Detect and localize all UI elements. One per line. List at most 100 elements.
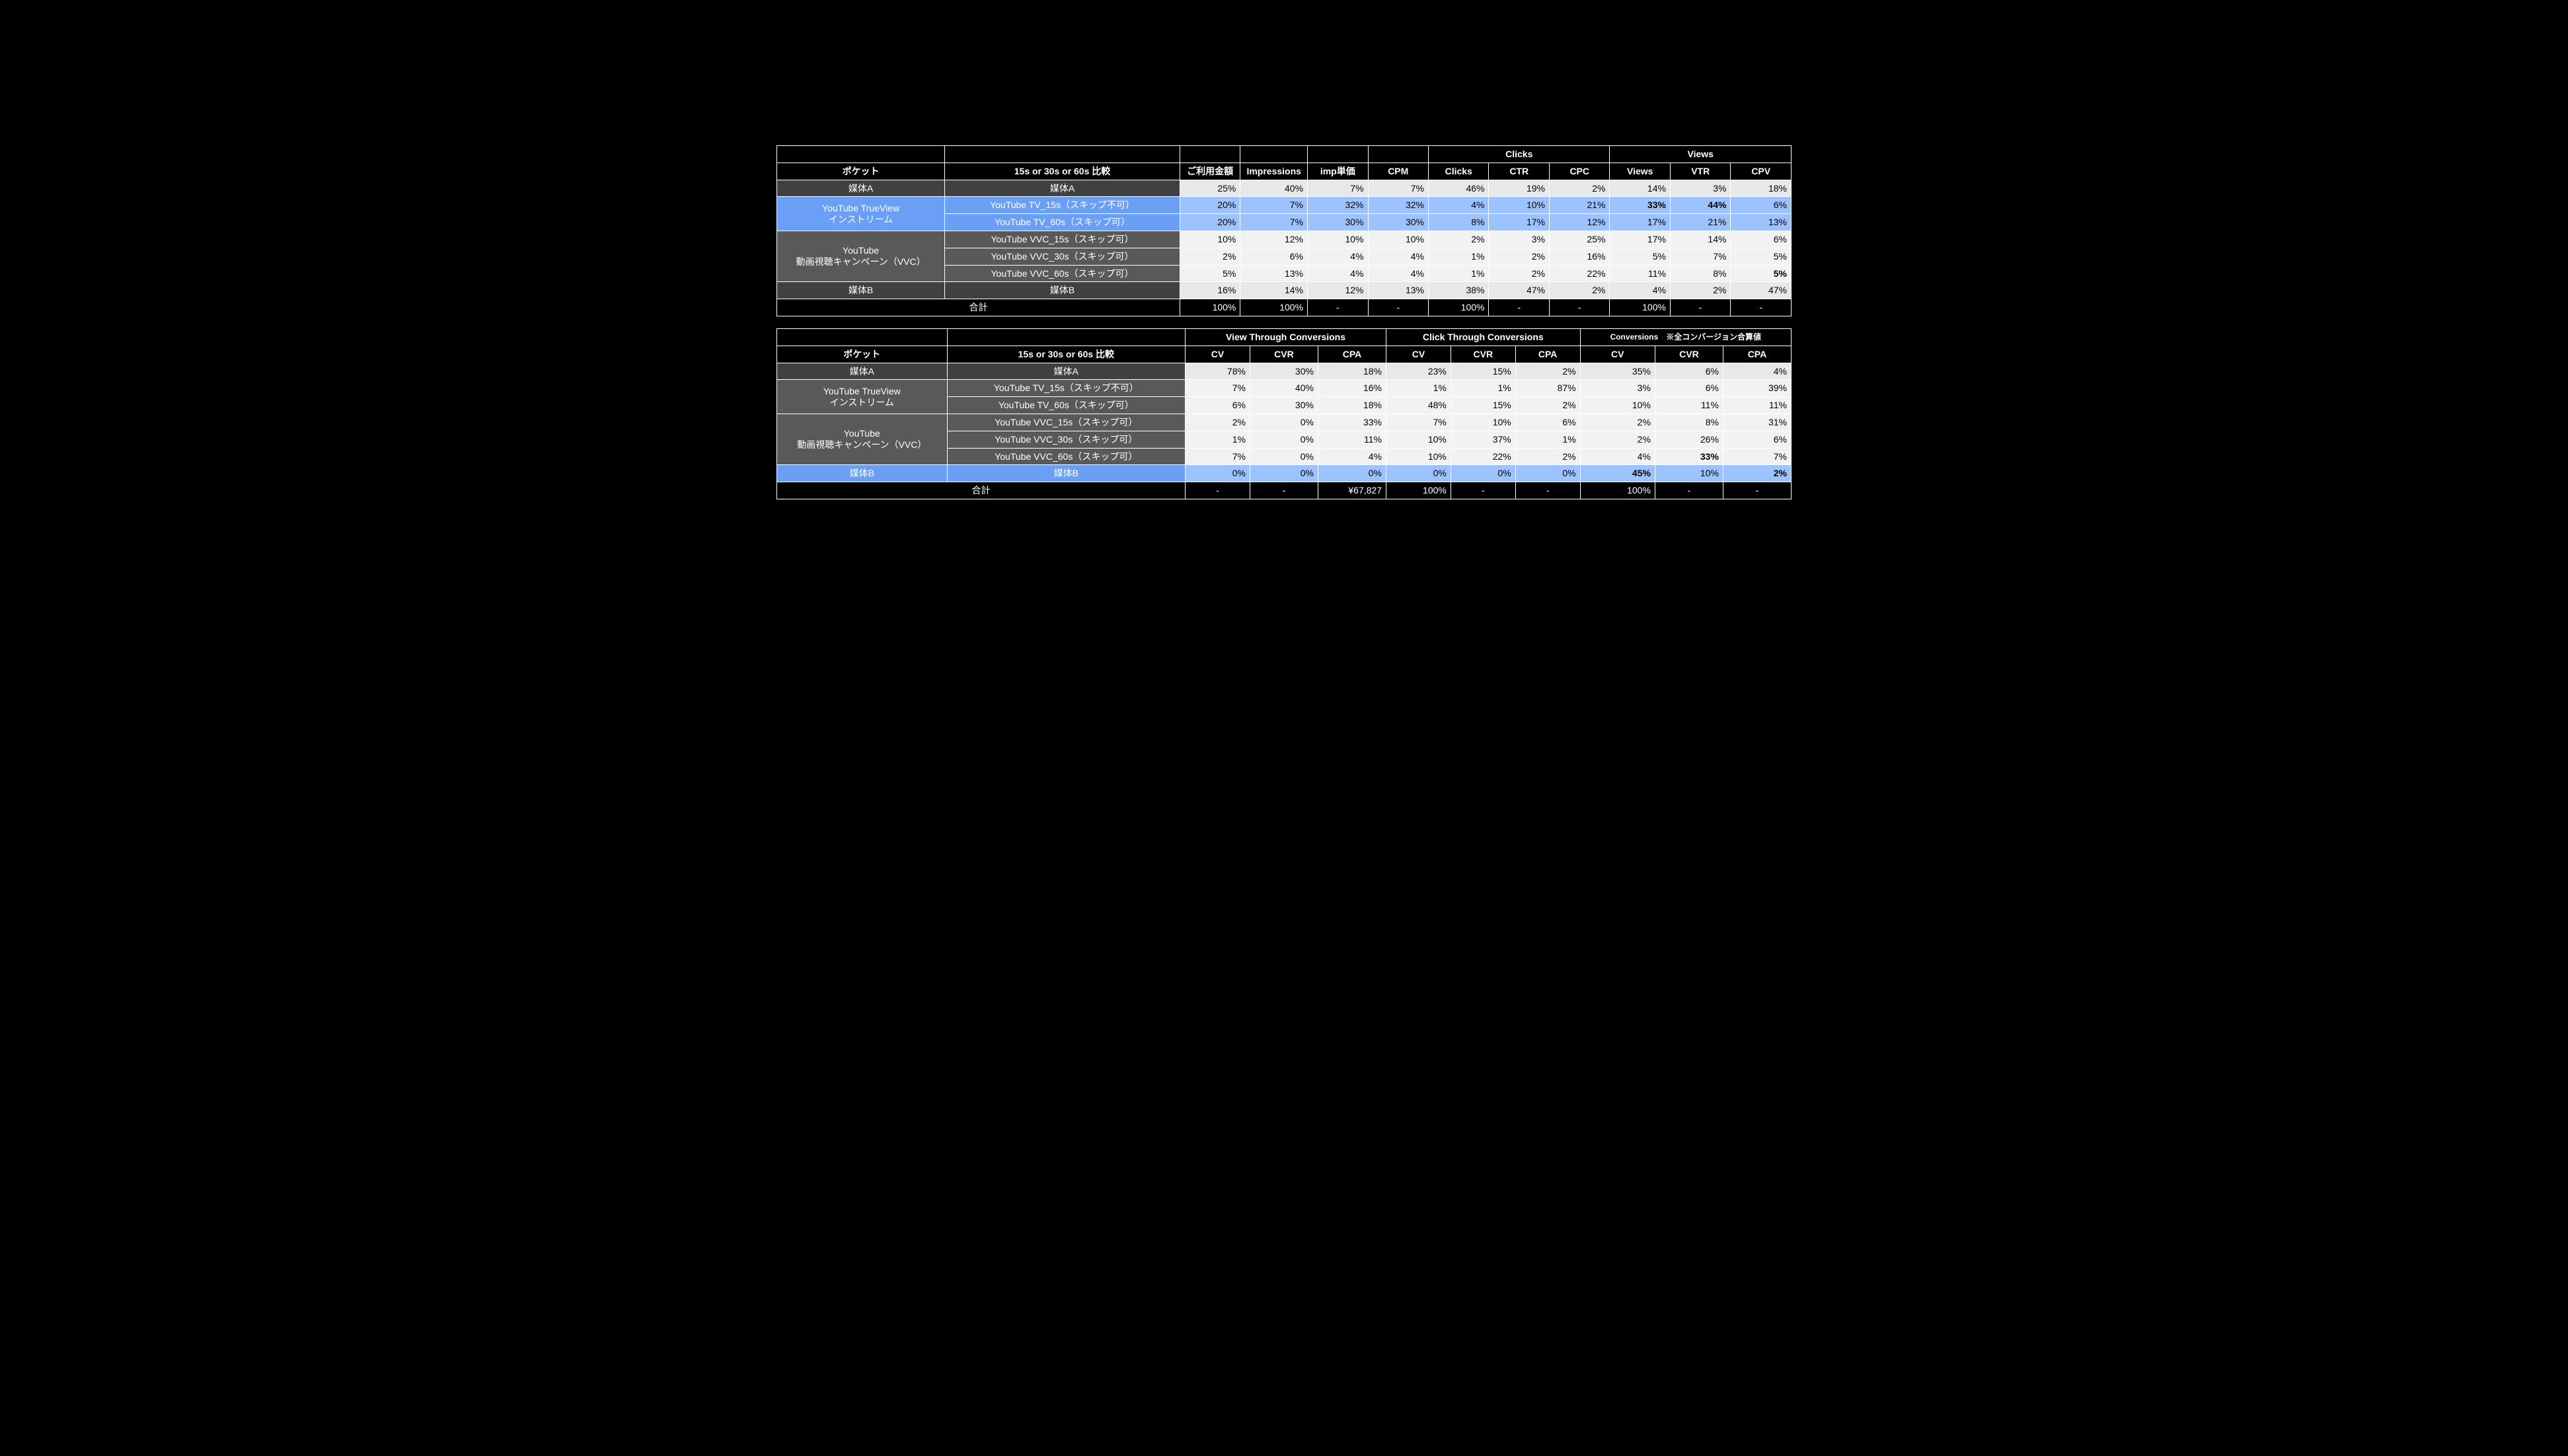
cell: 11% — [1655, 397, 1723, 414]
cell: 7% — [1240, 197, 1308, 214]
cell: 12% — [1240, 231, 1308, 248]
cell: 4% — [1308, 265, 1368, 282]
cell: 0% — [1186, 465, 1250, 482]
cell: 6% — [1655, 380, 1723, 397]
hdr-vtr: VTR — [1670, 163, 1730, 180]
cell: 21% — [1670, 214, 1730, 231]
hdr-compare: 15s or 30s or 60s 比較 — [945, 163, 1180, 180]
cell: 40% — [1240, 180, 1308, 197]
cell: 13% — [1731, 214, 1792, 231]
group-conv: Conversions ※全コンバージョン合算値 — [1580, 328, 1791, 346]
subhead-b: 媒体B — [945, 282, 1180, 299]
table-row: YouTube 動画視聴キャンペーン（VVC） YouTube VVC_15s（… — [777, 231, 1792, 248]
rowhead-vvc: YouTube 動画視聴キャンペーン（VVC） — [777, 231, 945, 281]
hdr-cpa: CPA — [1515, 346, 1580, 363]
subhead-tv60: YouTube TV_60s（スキップ可） — [945, 214, 1180, 231]
cell: 30% — [1250, 363, 1318, 380]
table-row-total: 合計 - - ¥67,827 100% - - 100% - - — [777, 482, 1792, 499]
subhead-tv15: YouTube TV_15s（スキップ不可） — [947, 380, 1186, 397]
cell: 2% — [1549, 282, 1610, 299]
table-row-total: 合計 100% 100% - - 100% - - 100% - - — [777, 299, 1792, 316]
cell: 11% — [1610, 265, 1670, 282]
cell: 16% — [1180, 282, 1240, 299]
hdr-imp-unit: imp単価 — [1308, 163, 1368, 180]
cell: 4% — [1368, 265, 1428, 282]
hdr-amount: ご利用金額 — [1180, 163, 1240, 180]
cell: 100% — [1429, 299, 1489, 316]
table-row: 媒体B 媒体B 16% 14% 12% 13% 38% 47% 2% 4% 2%… — [777, 282, 1792, 299]
subhead-tv15: YouTube TV_15s（スキップ不可） — [945, 197, 1180, 214]
rowhead-b: 媒体B — [777, 282, 945, 299]
cell: 16% — [1318, 380, 1386, 397]
subhead-a: 媒体A — [945, 180, 1180, 197]
cell: 10% — [1386, 431, 1451, 448]
cell: - — [1186, 482, 1250, 499]
cell: 12% — [1308, 282, 1368, 299]
cell-highlight: 44% — [1670, 197, 1730, 214]
cell: 78% — [1186, 363, 1250, 380]
hdr-cpc: CPC — [1549, 163, 1610, 180]
cell: 7% — [1308, 180, 1368, 197]
hdr-cvr: CVR — [1655, 346, 1723, 363]
cell: 47% — [1731, 282, 1792, 299]
cell: 22% — [1451, 448, 1515, 465]
cell: - — [1451, 482, 1515, 499]
hdr-cv: CV — [1580, 346, 1655, 363]
subhead-a: 媒体A — [947, 363, 1186, 380]
cell: 7% — [1240, 214, 1308, 231]
subhead-vvc60: YouTube VVC_60s（スキップ可） — [947, 448, 1186, 465]
cell: 30% — [1368, 214, 1428, 231]
cell: 48% — [1386, 397, 1451, 414]
cell: 0% — [1250, 431, 1318, 448]
cell: 0% — [1515, 465, 1580, 482]
cell: 7% — [1670, 248, 1730, 265]
cell: 4% — [1368, 248, 1428, 265]
cell: 1% — [1429, 248, 1489, 265]
cell: 100% — [1386, 482, 1451, 499]
cell: 10% — [1655, 465, 1723, 482]
cell: 2% — [1515, 448, 1580, 465]
cell: 25% — [1180, 180, 1240, 197]
cell: 11% — [1318, 431, 1386, 448]
hdr-cvr: CVR — [1250, 346, 1318, 363]
hdr-cv: CV — [1386, 346, 1451, 363]
table-row: YouTube 動画視聴キャンペーン（VVC） YouTube VVC_15s（… — [777, 414, 1792, 431]
cell: 10% — [1308, 231, 1368, 248]
table-1-performance: Clicks Views ポケット 15s or 30s or 60s 比較 ご… — [776, 145, 1792, 316]
group-vtc: View Through Conversions — [1186, 328, 1386, 346]
cell: 25% — [1549, 231, 1610, 248]
cell: 2% — [1580, 431, 1655, 448]
cell: 1% — [1515, 431, 1580, 448]
cell: 20% — [1180, 214, 1240, 231]
hdr-imp: Impressions — [1240, 163, 1308, 180]
cell: 32% — [1308, 197, 1368, 214]
cell: ¥67,827 — [1318, 482, 1386, 499]
table-2-group-row: View Through Conversions Click Through C… — [777, 328, 1792, 346]
cell: 19% — [1489, 180, 1549, 197]
cell: 0% — [1250, 465, 1318, 482]
cell: 33% — [1318, 414, 1386, 431]
cell: - — [1250, 482, 1318, 499]
cell-highlight: 33% — [1610, 197, 1670, 214]
hdr-cpa: CPA — [1318, 346, 1386, 363]
cell: - — [1670, 299, 1730, 316]
cell-highlight: 2% — [1723, 465, 1791, 482]
group-views: Views — [1610, 146, 1792, 163]
cell: - — [1731, 299, 1792, 316]
cell: 100% — [1240, 299, 1308, 316]
cell: 87% — [1515, 380, 1580, 397]
table-2-header-row: ポケット 15s or 30s or 60s 比較 CV CVR CPA CV … — [777, 346, 1792, 363]
cell: 6% — [1515, 414, 1580, 431]
hdr-clicks: Clicks — [1429, 163, 1489, 180]
cell: 38% — [1429, 282, 1489, 299]
cell: 4% — [1610, 282, 1670, 299]
cell: 46% — [1429, 180, 1489, 197]
cell: 7% — [1723, 448, 1791, 465]
cell: 0% — [1386, 465, 1451, 482]
cell: 32% — [1368, 197, 1428, 214]
cell: 7% — [1368, 180, 1428, 197]
cell: 0% — [1250, 448, 1318, 465]
cell: 2% — [1186, 414, 1250, 431]
cell: 2% — [1515, 397, 1580, 414]
cell: 6% — [1240, 248, 1308, 265]
